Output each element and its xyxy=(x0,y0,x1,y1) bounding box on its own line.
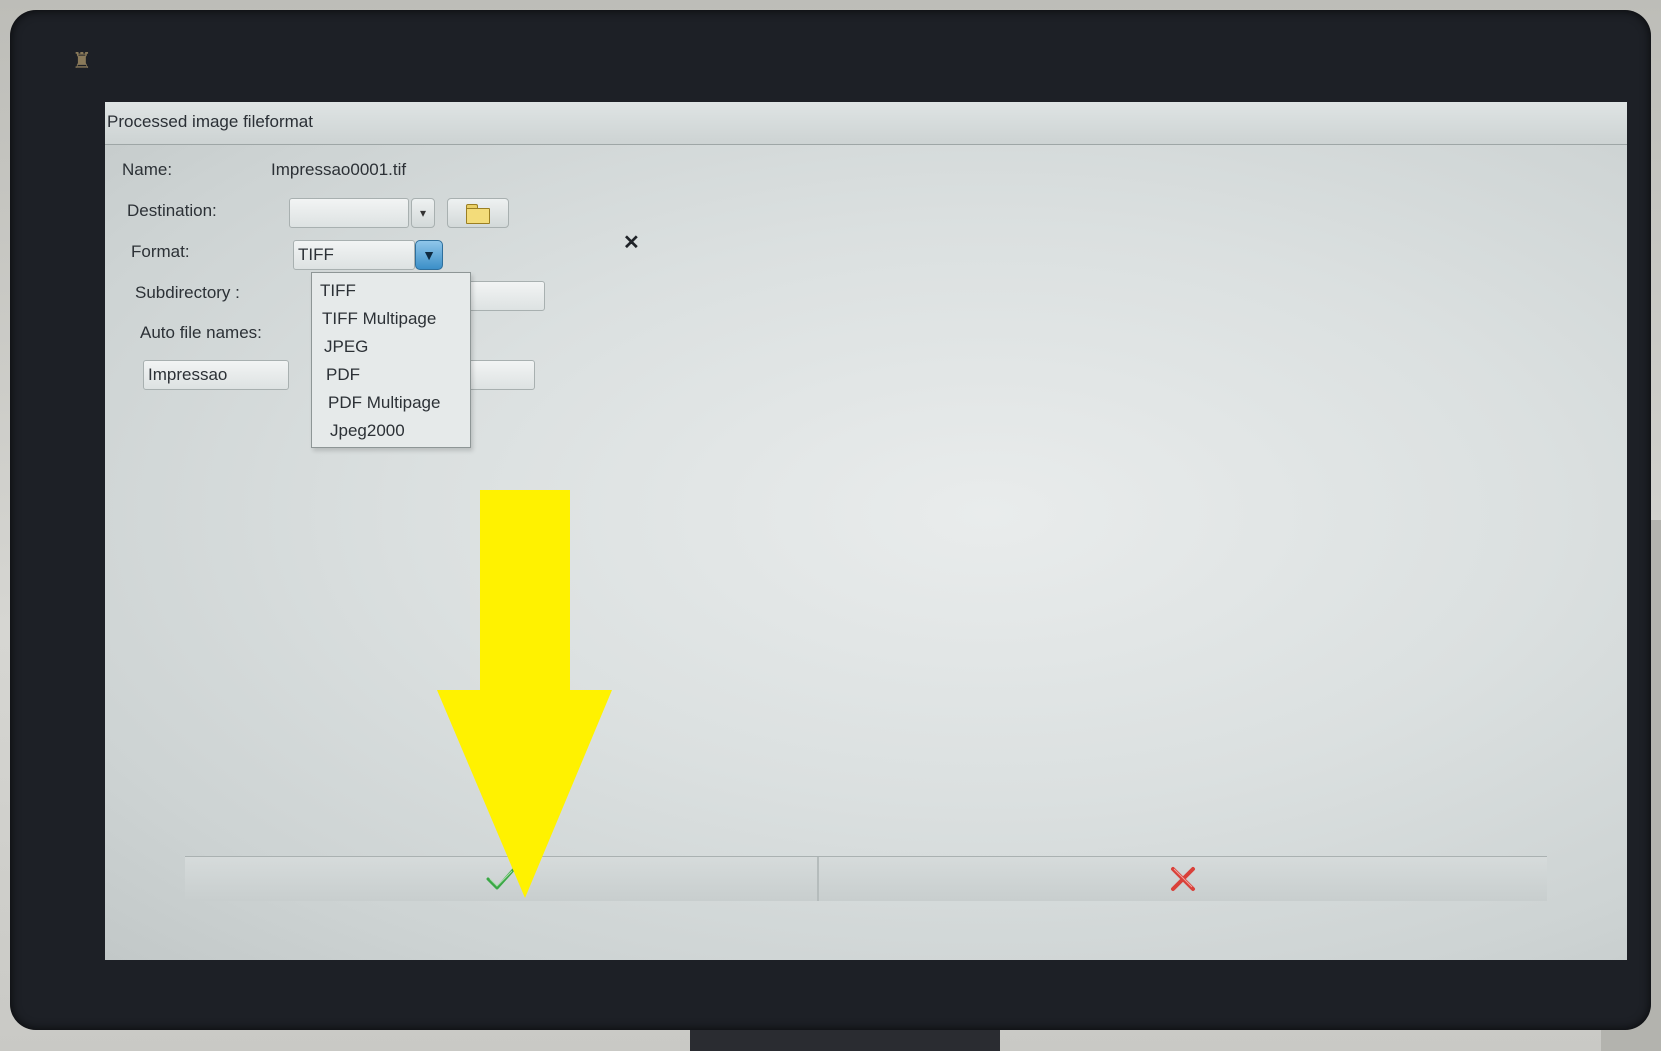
destination-combobox[interactable] xyxy=(289,198,409,228)
chevron-down-icon: ▼ xyxy=(422,247,436,263)
name-label: Name: xyxy=(122,160,173,179)
format-option-jpeg[interactable]: JPEG xyxy=(324,337,368,357)
format-label: Format: xyxy=(131,242,190,261)
dropdown-arrow-icon: ▾ xyxy=(419,206,427,220)
format-option-pdf[interactable]: PDF xyxy=(326,365,360,385)
name-value: Impressao0001.tif xyxy=(271,160,407,179)
monitor-bezel: ♜ Processed image fileformat Name: Impre… xyxy=(10,10,1651,1030)
folder-icon xyxy=(466,204,490,224)
browse-folder-button[interactable] xyxy=(447,198,509,228)
cancel-button[interactable] xyxy=(819,857,1547,901)
monitor-stand xyxy=(690,1030,1000,1051)
dialog-window: Processed image fileformat Name: Impress… xyxy=(105,102,1627,960)
red-x-icon xyxy=(1171,867,1195,891)
check-icon xyxy=(486,867,516,890)
dialog-title: Processed image fileformat xyxy=(107,112,313,131)
destination-label: Destination: xyxy=(127,201,217,220)
subdirectory-label: Subdirectory : xyxy=(135,283,240,302)
format-dropdown-button[interactable]: ▼ xyxy=(415,240,443,270)
format-option-pdf-multipage[interactable]: PDF Multipage xyxy=(328,393,440,413)
format-select[interactable]: TIFF xyxy=(293,240,415,270)
format-option-tiff-multipage[interactable]: TIFF Multipage xyxy=(322,309,436,329)
destination-dropdown-button[interactable]: ▾ xyxy=(411,198,435,228)
auto-file-names-label: Auto file names: xyxy=(140,323,262,342)
format-option-tiff[interactable]: TIFF xyxy=(320,281,356,301)
dialog-titlebar: Processed image fileformat xyxy=(105,102,1627,145)
monitor-logo-icon: ♜ xyxy=(72,48,92,73)
ok-button[interactable] xyxy=(185,857,817,901)
format-dropdown-list: TIFF TIFF Multipage JPEG PDF PDF Multipa… xyxy=(311,272,471,448)
prefix-input[interactable]: Impressao xyxy=(143,360,289,390)
dialog-footer xyxy=(185,856,1547,901)
format-option-jpeg2000[interactable]: Jpeg2000 xyxy=(330,421,405,441)
close-icon[interactable]: ✕ xyxy=(623,230,640,255)
